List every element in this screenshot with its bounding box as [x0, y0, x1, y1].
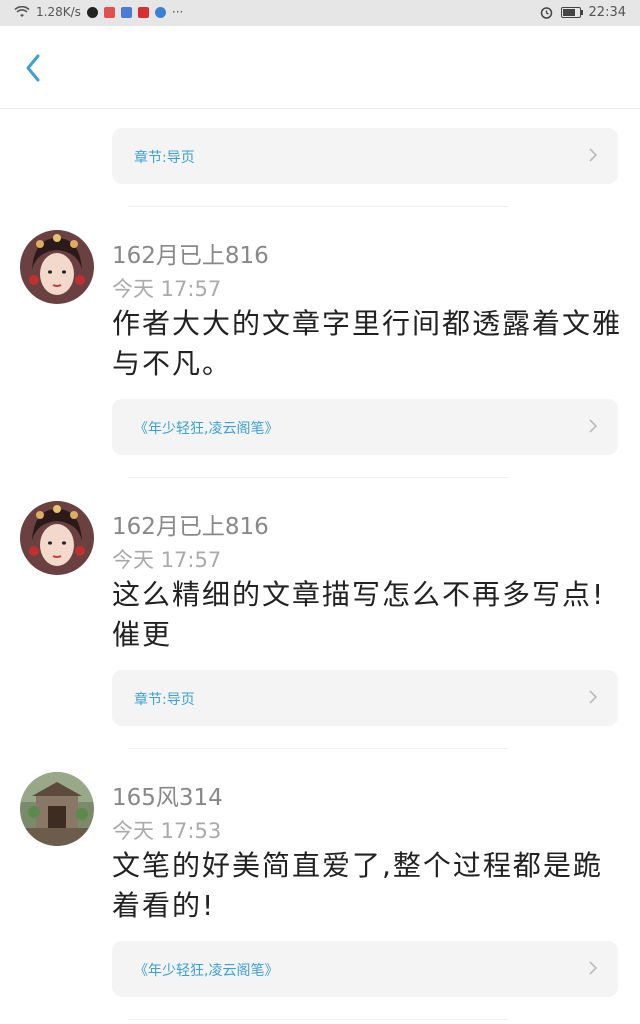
comment-content: 这么精细的文章描写怎么不再多写点!催更 — [112, 578, 606, 651]
status-bar-right: 22:34 — [540, 5, 626, 20]
app-icon — [103, 6, 115, 18]
comment-source-card[interactable]: 《年少轻狂,凌云阁笔》 — [112, 941, 618, 997]
comment-content: 文笔的好美简直爱了,整个过程都是跪着看的! — [112, 849, 603, 922]
comment-source-card[interactable]: 《年少轻狂,凌云阁笔》 — [112, 399, 618, 455]
chevron-right-icon — [589, 419, 598, 433]
comment-time: 今天 17:57 — [112, 548, 222, 572]
status-bar-left: 1.28K/s ··· — [14, 5, 183, 19]
wifi-icon — [14, 6, 30, 17]
chapter-link-card[interactable]: 章节:导页 — [112, 128, 618, 184]
divider — [128, 1019, 508, 1020]
comment-time: 今天 17:53 — [112, 819, 222, 843]
comment-source-card[interactable]: 章节:导页 — [112, 670, 618, 726]
app-icon — [120, 6, 132, 18]
avatar[interactable] — [20, 501, 94, 575]
comment-username[interactable]: 165风314 — [112, 778, 223, 812]
avatar[interactable] — [20, 772, 94, 846]
app-icon — [154, 6, 166, 18]
app-icon — [137, 6, 149, 18]
comment-username[interactable]: 162月已上816 — [112, 236, 269, 270]
comment-source-label: 《年少轻狂,凌云阁笔》 — [134, 963, 279, 979]
header — [0, 26, 640, 109]
alarm-icon — [540, 7, 552, 19]
comment-time: 今天 17:57 — [112, 277, 222, 301]
avatar-image — [20, 501, 94, 575]
status-time: 22:34 — [588, 5, 626, 20]
status-bar: 1.28K/s ··· 22:34 — [0, 0, 640, 26]
qq-icon — [86, 6, 98, 18]
comment-source-label: 章节:导页 — [134, 692, 195, 708]
more-icon: ··· — [171, 5, 184, 19]
divider — [128, 477, 508, 478]
avatar-image — [20, 230, 94, 304]
avatar[interactable] — [20, 230, 94, 304]
comment-source-label: 《年少轻狂,凌云阁笔》 — [134, 421, 279, 437]
comment-username[interactable]: 162月已上816 — [112, 507, 269, 541]
comment-content: 作者大大的文章字里行间都透露着文雅与不凡。 — [112, 307, 623, 380]
battery-icon — [560, 7, 583, 18]
chapter-link-label: 章节:导页 — [134, 150, 195, 166]
chevron-right-icon — [589, 690, 598, 704]
divider — [128, 206, 508, 207]
divider — [128, 748, 508, 749]
chevron-right-icon — [589, 148, 598, 162]
back-button[interactable] — [18, 46, 52, 90]
network-speed: 1.28K/s — [36, 5, 81, 19]
chevron-left-icon — [26, 54, 40, 82]
avatar-image — [20, 772, 94, 846]
chevron-right-icon — [589, 961, 598, 975]
